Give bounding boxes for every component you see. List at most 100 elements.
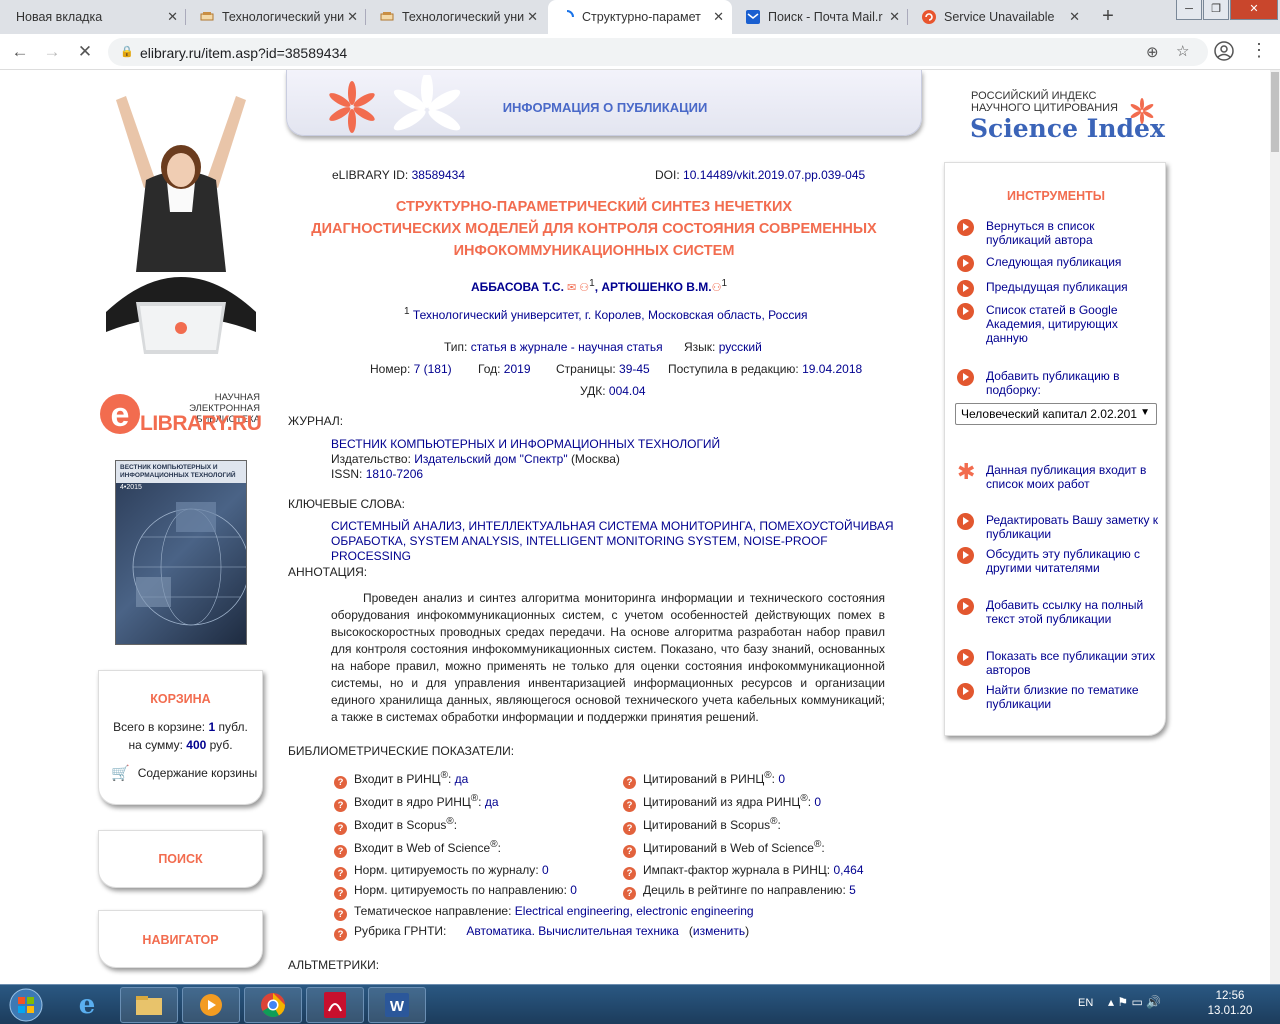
biblio-value[interactable]: 5 xyxy=(849,883,856,897)
help-icon[interactable]: ? xyxy=(623,867,636,880)
biblio-separator: : xyxy=(777,818,781,832)
tab-new-tab[interactable]: Новая вкладка ✕ xyxy=(4,0,186,34)
bookmark-star-icon[interactable]: ☆ xyxy=(1176,42,1189,60)
tool-item[interactable]: Показать все публикации этих авторов xyxy=(957,649,1155,677)
close-icon[interactable]: ✕ xyxy=(889,9,900,25)
close-icon[interactable]: ✕ xyxy=(167,9,178,25)
journal-cover[interactable]: ВЕСТНИК КОМПЬЮТЕРНЫХ И ИНФОРМАЦИОННЫХ ТЕ… xyxy=(115,460,250,645)
selection-dropdown[interactable]: Человеческий капитал 2.02.201 ▼ xyxy=(955,403,1157,425)
address-bar[interactable]: 🔒 elibrary.ru/item.asp?id=38589434 ⊕ ☆ xyxy=(108,38,1208,66)
person-icon[interactable]: ⚇ xyxy=(712,282,722,294)
media-player-taskbar-icon[interactable] xyxy=(182,987,240,1023)
new-tab-button[interactable]: + xyxy=(1096,5,1120,29)
biblio-value[interactable]: да xyxy=(455,772,469,786)
biblio-value[interactable]: 0,464 xyxy=(833,863,863,877)
scrollbar-thumb[interactable] xyxy=(1271,72,1279,152)
tab-university-2[interactable]: Технологический уни ✕ xyxy=(368,0,546,34)
biblio-value[interactable]: 0 xyxy=(542,863,549,877)
start-button[interactable] xyxy=(6,987,46,1023)
tab-title: Поиск - Почта Mail.r xyxy=(768,10,883,24)
maximize-button[interactable]: ❐ xyxy=(1203,0,1229,20)
registered-mark: ® xyxy=(490,839,498,850)
biblio-value[interactable]: да xyxy=(485,795,499,809)
cart-contents-link[interactable]: 🛒 Содержание корзины xyxy=(111,764,262,782)
language-indicator[interactable]: EN xyxy=(1078,997,1093,1009)
tool-item[interactable]: Добавить ссылку на полный текст этой публ… xyxy=(957,598,1143,626)
tool-item[interactable]: Предыдущая публикация xyxy=(957,280,1128,297)
keywords-line[interactable]: ОБРАБОТКА, SYSTEM ANALYSIS, INTELLIGENT … xyxy=(331,534,896,564)
grnti-change-link[interactable]: изменить xyxy=(693,924,745,938)
profile-icon[interactable] xyxy=(1214,41,1234,65)
acrobat-taskbar-icon[interactable] xyxy=(306,987,364,1023)
search-panel[interactable]: ПОИСК xyxy=(98,830,263,888)
journal-link[interactable]: ВЕСТНИК КОМПЬЮТЕРНЫХ И ИНФОРМАЦИОННЫХ ТЕ… xyxy=(331,437,720,451)
help-icon[interactable]: ? xyxy=(334,887,347,900)
help-icon[interactable]: ? xyxy=(623,845,636,858)
close-icon[interactable]: ✕ xyxy=(1069,9,1080,25)
help-icon[interactable]: ? xyxy=(623,887,636,900)
search-button[interactable]: ПОИСК xyxy=(99,852,262,866)
help-icon[interactable]: ? xyxy=(334,928,347,941)
vertical-scrollbar[interactable] xyxy=(1270,70,1280,984)
tool-item[interactable]: Следующая публикация xyxy=(957,255,1121,272)
stop-loading-button[interactable]: ✕ xyxy=(75,42,95,62)
chrome-taskbar-icon[interactable] xyxy=(244,987,302,1023)
email-icon[interactable]: ✉ xyxy=(564,282,579,294)
zoom-icon[interactable]: ⊕ xyxy=(1146,43,1159,61)
elibrary-id-value[interactable]: 38589434 xyxy=(412,168,465,182)
tool-item[interactable]: Редактировать Вашу заметку к публикации xyxy=(957,513,1158,541)
help-icon[interactable]: ? xyxy=(334,867,347,880)
close-icon[interactable]: ✕ xyxy=(527,9,538,25)
biblio-value[interactable]: 0 xyxy=(814,795,821,809)
tab-university-1[interactable]: Технологический уни ✕ xyxy=(188,0,366,34)
help-icon[interactable]: ? xyxy=(623,822,636,835)
minimize-button[interactable]: ─ xyxy=(1176,0,1202,20)
author-link[interactable]: АББАСОВА Т.С. xyxy=(471,280,564,294)
topic-link[interactable]: Electrical engineering, electronic engin… xyxy=(515,904,754,918)
navigator-panel[interactable]: НАВИГАТОР xyxy=(98,910,263,968)
menu-icon[interactable]: ⋮ xyxy=(1250,40,1268,61)
tool-item[interactable]: Обсудить эту публикацию с другими читател… xyxy=(957,547,1140,575)
tab-service-unavailable[interactable]: Service Unavailable ✕ xyxy=(910,0,1088,34)
tray-icons[interactable]: ▴ ⚑ ▭ 🔊 xyxy=(1108,995,1161,1009)
elibrary-logo[interactable]: e НАУЧНАЯ ЭЛЕКТРОННАЯ БИБЛИОТЕКА LIBRARY… xyxy=(98,388,268,438)
close-icon[interactable]: ✕ xyxy=(713,9,724,25)
url-text[interactable]: elibrary.ru/item.asp?id=38589434 xyxy=(140,45,347,61)
tool-item[interactable]: Добавить публикацию в подборку: xyxy=(957,369,1120,397)
back-button[interactable]: ← xyxy=(10,42,30,62)
tool-item[interactable]: Найти близкие по тематике публикации xyxy=(957,683,1139,711)
help-icon[interactable]: ? xyxy=(334,799,347,812)
tool-line: Редактировать Вашу заметку к xyxy=(986,513,1159,527)
help-icon[interactable]: ? xyxy=(334,776,347,789)
biblio-value[interactable]: 0 xyxy=(570,883,577,897)
tool-line: Академия, цитирующих xyxy=(986,317,1118,331)
help-icon[interactable]: ? xyxy=(334,845,347,858)
tool-item[interactable]: Вернуться в список публикаций автора xyxy=(957,219,1095,247)
grnti-link[interactable]: Автоматика. Вычислительная техника xyxy=(466,924,678,938)
help-icon[interactable]: ? xyxy=(623,776,636,789)
help-icon[interactable]: ? xyxy=(334,822,347,835)
doi-link[interactable]: 10.14489/vkit.2019.07.pp.039-045 xyxy=(683,168,865,182)
help-icon[interactable]: ? xyxy=(334,908,347,921)
keywords-line[interactable]: СИСТЕМНЫЙ АНАЛИЗ, ИНТЕЛЛЕКТУАЛЬНАЯ СИСТЕ… xyxy=(331,519,896,534)
navigator-button[interactable]: НАВИГАТОР xyxy=(99,933,262,947)
biblio-value[interactable]: 0 xyxy=(778,772,785,786)
author-link[interactable]: АРТЮШЕНКО В.М. xyxy=(601,280,711,294)
number-link[interactable]: 7 (181) xyxy=(414,362,452,376)
affiliation-link[interactable]: Технологический университет, г. Королев,… xyxy=(413,308,808,322)
tab-current-article[interactable]: Структурно-парамет ✕ xyxy=(548,0,732,34)
window-close-button[interactable]: ✕ xyxy=(1230,0,1278,20)
taskbar-clock[interactable]: 12:56 13.01.20 xyxy=(1200,989,1260,1019)
tool-item[interactable]: ✱ Данная публикация входит в список моих р… xyxy=(957,461,1146,492)
person-icon[interactable]: ⚇ xyxy=(579,282,589,294)
tab-mail[interactable]: Поиск - Почта Mail.r ✕ xyxy=(734,0,908,34)
forward-button[interactable]: → xyxy=(42,42,62,62)
cart-icon: 🛒 xyxy=(111,765,130,782)
publisher-link[interactable]: Издательский дом "Спектр" xyxy=(414,452,567,466)
close-icon[interactable]: ✕ xyxy=(347,9,358,25)
help-icon[interactable]: ? xyxy=(623,799,636,812)
explorer-taskbar-icon[interactable] xyxy=(120,987,178,1023)
tool-item[interactable]: Список статей в Google Академия, цитирующ… xyxy=(957,303,1118,345)
ie-taskbar-icon[interactable]: e xyxy=(58,987,116,1023)
word-taskbar-icon[interactable]: W xyxy=(368,987,426,1023)
